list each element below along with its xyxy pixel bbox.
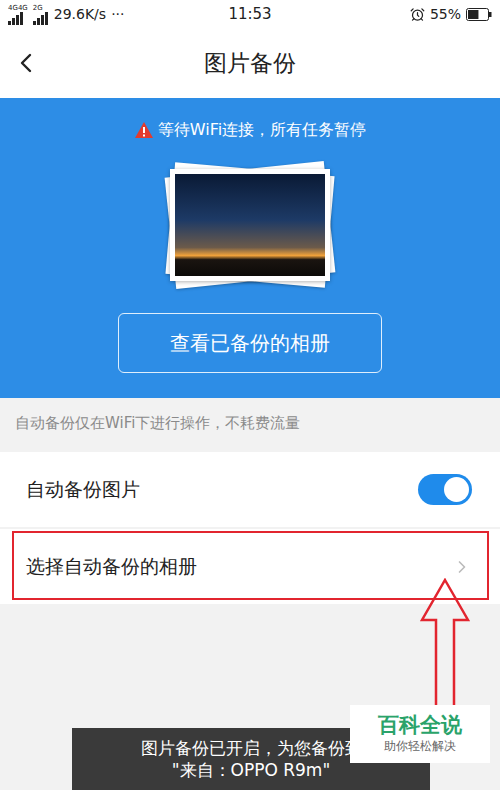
clock: 11:53 <box>228 5 271 23</box>
network-label: 2G <box>33 4 43 12</box>
album-cover <box>162 163 338 287</box>
back-button[interactable] <box>10 47 42 79</box>
page-title: 图片备份 <box>204 48 296 79</box>
status-bar: 4G4G 2G 29.6K/s ··· 11:53 55% <box>0 0 500 28</box>
network-label: 4G4G <box>8 4 28 12</box>
backup-note: 自动备份仅在WiFi下进行操作，不耗费流量 <box>0 398 500 452</box>
battery-text: 55% <box>430 6 461 22</box>
battery-icon <box>466 8 492 21</box>
alarm-icon <box>410 7 425 22</box>
settings-list: 自动备份图片选择自动备份的相册 <box>0 452 500 604</box>
view-backup-button[interactable]: 查看已备份的相册 <box>118 313 382 373</box>
wifi-warning: 等待WiFi连接，所有任务暂停 <box>134 118 366 142</box>
arrow-up-icon <box>420 578 470 712</box>
nav-bar: 图片备份 <box>0 28 500 98</box>
toast-line: 图片备份已开启，为您备份到 <box>141 737 362 759</box>
settings-row[interactable]: 选择自动备份的相册 <box>0 529 500 604</box>
warning-icon <box>134 121 154 139</box>
album-photo <box>170 169 330 281</box>
auto-backup-toggle[interactable] <box>418 474 472 505</box>
signal-icon <box>33 12 49 25</box>
settings-row[interactable]: 自动备份图片 <box>0 452 500 527</box>
watermark: 百科全说助你轻松解决 <box>350 705 490 763</box>
signal: 4G4G <box>8 4 28 25</box>
signal-icon <box>8 12 24 25</box>
net-speed: 29.6K/s <box>54 6 106 22</box>
highlight-box <box>12 531 489 600</box>
more-indicator: ··· <box>111 6 124 22</box>
signal: 2G <box>33 4 49 25</box>
watermark-title: 百科全说 <box>378 713 462 738</box>
watermark-subtitle: 助你轻松解决 <box>384 738 456 755</box>
backup-banner: 等待WiFi连接，所有任务暂停查看已备份的相册 <box>0 98 500 398</box>
toast-line: "来自：OPPO R9m" <box>172 759 331 781</box>
back-icon <box>10 47 42 79</box>
chevron-right-icon <box>452 557 472 577</box>
screen: 4G4G 2G 29.6K/s ··· 11:53 55% 图片备份等待WiFi连接，所有任… <box>0 0 500 790</box>
